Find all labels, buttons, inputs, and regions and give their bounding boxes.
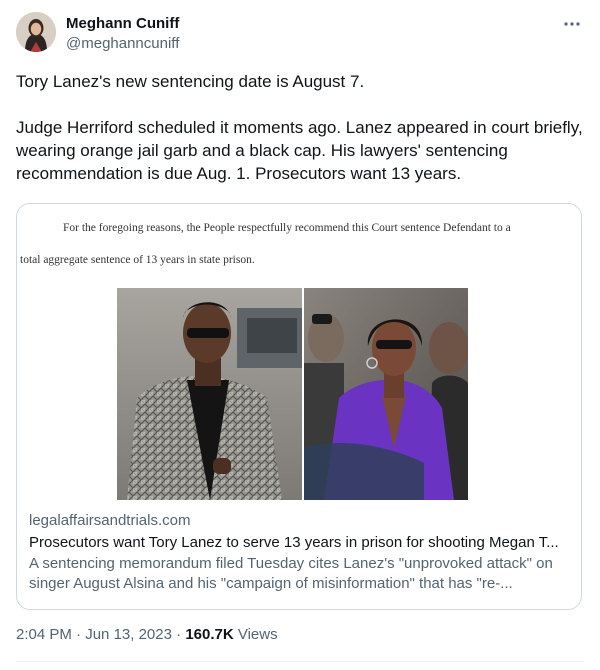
card-title: Prosecutors want Tory Lanez to serve 13 …	[29, 534, 559, 551]
photo-defendant	[117, 288, 302, 500]
meta-separator: ·	[176, 626, 182, 643]
link-preview-card[interactable]: For the foregoing reasons, the People re…	[16, 203, 582, 610]
tweet-paragraph: Tory Lanez's new sentencing date is Augu…	[16, 72, 365, 91]
author-block: Meghann Cuniff @meghanncuniff	[66, 14, 179, 54]
photo-plaintiff	[304, 288, 468, 500]
ellipsis-icon[interactable]	[560, 14, 584, 34]
tweet-time[interactable]: 2:04 PM	[16, 626, 72, 643]
card-media: For the foregoing reasons, the People re…	[17, 204, 581, 500]
tweet: Meghann Cuniff @meghanncuniff Tory Lanez…	[0, 0, 600, 670]
card-domain: legalaffairsandtrials.com	[29, 512, 191, 529]
divider	[16, 661, 584, 662]
card-description: A sentencing memorandum filed Tuesday ci…	[29, 555, 553, 592]
tweet-paragraph: Judge Herriford scheduled it moments ago…	[16, 118, 583, 183]
avatar-image	[16, 12, 56, 52]
document-line: For the foregoing reasons, the People re…	[63, 222, 511, 234]
views-count: 160.7K	[185, 626, 234, 643]
author-display-name[interactable]: Meghann Cuniff	[66, 14, 179, 34]
tweet-date[interactable]: Jun 13, 2023	[85, 626, 172, 643]
tweet-meta: 2:04 PM · Jun 13, 2023 · 160.7K Views	[16, 625, 278, 645]
tweet-header: Meghann Cuniff @meghanncuniff	[16, 12, 584, 56]
avatar[interactable]	[16, 12, 56, 52]
tweet-text: Tory Lanez's new sentencing date is Augu…	[16, 70, 586, 185]
document-line: total aggregate sentence of 13 years in …	[20, 254, 255, 266]
author-handle[interactable]: @meghanncuniff	[66, 34, 179, 54]
views-label: Views	[237, 626, 278, 643]
meta-separator: ·	[76, 626, 82, 643]
card-text: legalaffairsandtrials.com Prosecutors wa…	[29, 511, 571, 594]
